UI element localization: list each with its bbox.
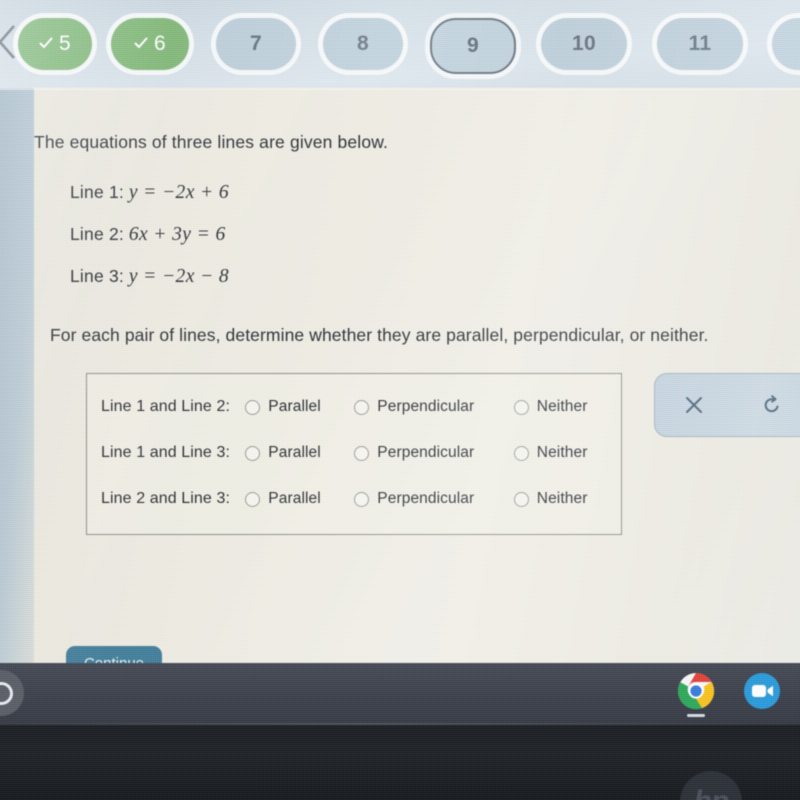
nav-pill-label: 8 xyxy=(357,32,369,55)
radio-circle-icon[interactable] xyxy=(354,399,370,415)
laptop-bezel: hp xyxy=(0,723,800,800)
radio-circle-icon[interactable] xyxy=(513,491,529,507)
screen-edge-glare-strip xyxy=(0,88,34,663)
radio-circle-icon[interactable] xyxy=(245,445,261,461)
nav-pill-label: 6 xyxy=(154,32,166,55)
radio-option-label: Perpendicular xyxy=(377,444,475,461)
os-taskbar xyxy=(0,663,800,723)
nav-pill-label: 11 xyxy=(688,32,712,55)
radio-option-label: Parallel xyxy=(268,444,321,461)
check-icon xyxy=(39,37,53,48)
equation-list: Line 1: y = −2x + 6 Line 2: 6x + 3y = 6 … xyxy=(70,182,229,308)
nav-pill-7[interactable]: 7 xyxy=(216,18,296,70)
radio-circle-icon[interactable] xyxy=(245,491,261,507)
video-camera-icon[interactable] xyxy=(742,671,782,711)
equation-expression: y = −2x + 6 xyxy=(128,182,230,203)
nav-pill-label: 5 xyxy=(59,32,71,55)
radio-circle-icon[interactable] xyxy=(245,399,261,415)
question-instruction-text: For each pair of lines, determine whethe… xyxy=(50,325,709,345)
nav-pill-6[interactable]: 6 xyxy=(111,18,189,70)
screen-bottom-edge xyxy=(0,723,800,725)
radio-option-label: Perpendicular xyxy=(377,490,475,507)
radio-option-perpendicular-row3[interactable]: Perpendicular xyxy=(354,490,506,508)
answer-row-label: Line 1 and Line 2: xyxy=(101,398,231,415)
radio-option-label: Neither xyxy=(536,398,588,415)
nav-pill-next-partial[interactable] xyxy=(772,18,800,70)
launcher-circle-icon xyxy=(0,681,13,705)
chevron-left-icon[interactable] xyxy=(0,22,22,62)
radio-option-label: Parallel xyxy=(268,490,321,507)
equation-row-3: Line 3: y = −2x − 8 xyxy=(70,266,229,288)
equation-label: Line 3: xyxy=(70,266,124,286)
launcher-button[interactable] xyxy=(0,670,24,716)
radio-option-parallel-row1[interactable]: Parallel xyxy=(245,398,346,416)
clear-answer-button[interactable] xyxy=(655,394,733,416)
question-intro-text: The equations of three lines are given b… xyxy=(34,132,389,152)
undo-button[interactable] xyxy=(733,394,800,416)
answer-choice-table: Line 1 and Line 2: Parallel Perpendicula… xyxy=(86,373,622,535)
radio-option-label: Parallel xyxy=(268,398,321,415)
answer-row-label: Line 1 and Line 3: xyxy=(101,444,231,461)
check-icon xyxy=(134,37,148,48)
equation-row-2: Line 2: 6x + 3y = 6 xyxy=(70,224,229,246)
answer-tools-panel xyxy=(654,373,800,437)
radio-option-parallel-row2[interactable]: Parallel xyxy=(245,444,346,462)
question-content-area: The equations of three lines are given b… xyxy=(0,88,800,663)
radio-circle-icon[interactable] xyxy=(513,445,529,461)
taskbar-app-tray xyxy=(676,671,782,717)
radio-option-neither-row2[interactable]: Neither xyxy=(513,444,613,462)
radio-option-parallel-row3[interactable]: Parallel xyxy=(245,490,346,508)
nav-pill-10[interactable]: 10 xyxy=(541,18,627,70)
nav-pill-label: 10 xyxy=(572,32,596,55)
nav-pill-11[interactable]: 11 xyxy=(657,18,743,70)
radio-option-perpendicular-row2[interactable]: Perpendicular xyxy=(354,444,506,462)
radio-circle-icon[interactable] xyxy=(354,445,370,461)
nav-pill-5[interactable]: 5 xyxy=(18,18,92,70)
equation-expression: y = −2x − 8 xyxy=(128,266,230,287)
radio-circle-icon[interactable] xyxy=(354,491,370,507)
radio-option-label: Perpendicular xyxy=(377,398,475,415)
answer-row-line1-line2: Line 1 and Line 2: Parallel Perpendicula… xyxy=(87,384,621,430)
radio-option-perpendicular-row1[interactable]: Perpendicular xyxy=(354,398,506,416)
equation-label: Line 1: xyxy=(70,182,124,202)
answer-row-line2-line3: Line 2 and Line 3: Parallel Perpendicula… xyxy=(87,476,621,522)
question-nav-bar: 5 6 7 8 9 10 11 xyxy=(0,0,800,88)
radio-option-label: Neither xyxy=(536,444,588,461)
chrome-icon[interactable] xyxy=(676,671,716,717)
nav-pill-9[interactable]: 9 xyxy=(430,18,516,74)
laptop-screen-photo: 5 6 7 8 9 10 11 The equations of three l… xyxy=(0,0,800,800)
radio-circle-icon[interactable] xyxy=(513,399,529,415)
hp-brand-logo: hp xyxy=(680,771,742,800)
nav-pill-label: 7 xyxy=(250,32,262,55)
app-active-indicator xyxy=(687,714,705,717)
radio-option-neither-row1[interactable]: Neither xyxy=(513,398,613,416)
answer-row-label: Line 2 and Line 3: xyxy=(101,490,231,507)
radio-option-label: Neither xyxy=(536,490,588,507)
equation-row-1: Line 1: y = −2x + 6 xyxy=(70,182,229,204)
nav-pill-8[interactable]: 8 xyxy=(323,18,403,70)
equation-expression: 6x + 3y = 6 xyxy=(128,224,226,245)
nav-pill-label: 9 xyxy=(467,34,479,57)
answer-row-line1-line3: Line 1 and Line 3: Parallel Perpendicula… xyxy=(87,430,621,476)
equation-label: Line 2: xyxy=(70,224,124,244)
radio-option-neither-row3[interactable]: Neither xyxy=(513,490,613,508)
close-x-icon xyxy=(686,397,702,413)
continue-button[interactable]: Continue xyxy=(66,646,162,663)
undo-arrow-icon xyxy=(764,395,779,413)
